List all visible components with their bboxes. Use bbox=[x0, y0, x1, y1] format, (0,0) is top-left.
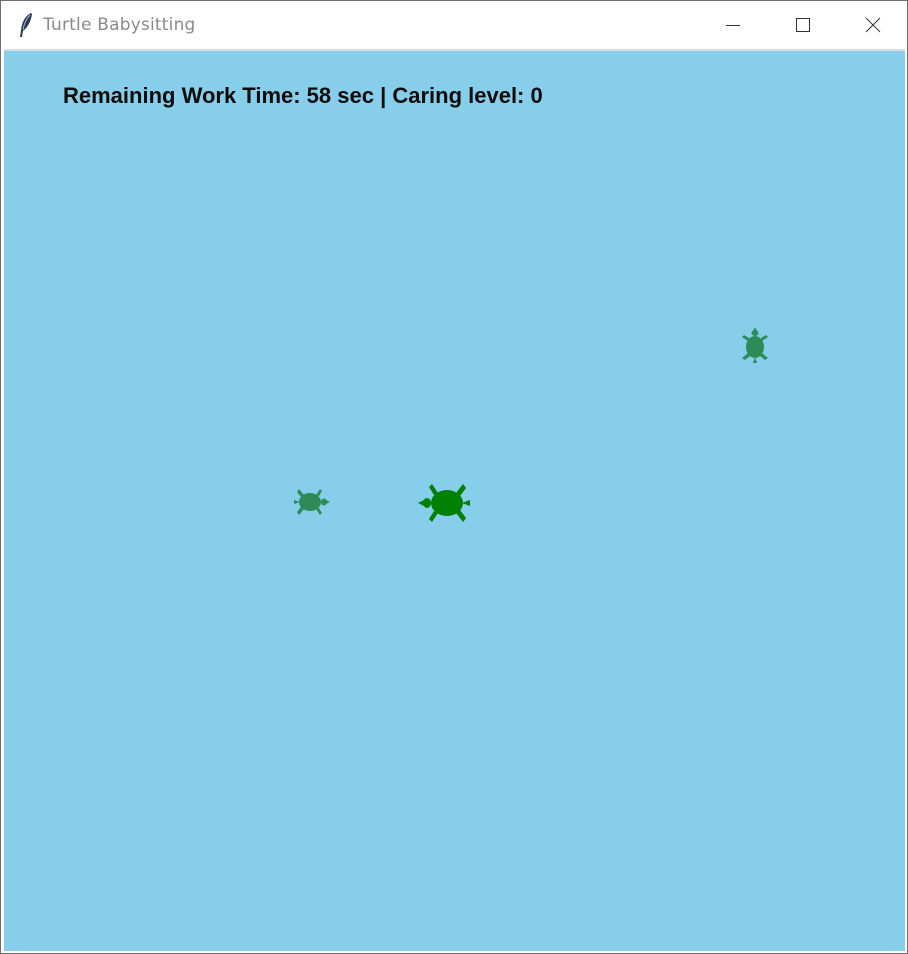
status-text: Remaining Work Time: 58 sec | Caring lev… bbox=[63, 83, 543, 108]
maximize-button[interactable] bbox=[768, 1, 838, 49]
game-canvas[interactable]: Remaining Work Time: 58 sec | Caring lev… bbox=[4, 49, 905, 951]
window-title: Turtle Babysitting bbox=[43, 15, 196, 35]
app-window: Turtle Babysitting Remaining Work Time: … bbox=[0, 0, 908, 954]
baby-turtle-2[interactable] bbox=[735, 325, 775, 369]
baby-turtle-1[interactable] bbox=[288, 485, 332, 519]
minimize-button[interactable] bbox=[698, 1, 768, 49]
close-icon bbox=[865, 17, 881, 33]
close-button[interactable] bbox=[838, 1, 908, 49]
minimize-icon bbox=[726, 25, 740, 26]
maximize-icon bbox=[796, 18, 810, 32]
feather-icon bbox=[20, 13, 32, 37]
player-turtle[interactable] bbox=[416, 479, 478, 527]
title-bar[interactable]: Turtle Babysitting bbox=[1, 1, 907, 49]
